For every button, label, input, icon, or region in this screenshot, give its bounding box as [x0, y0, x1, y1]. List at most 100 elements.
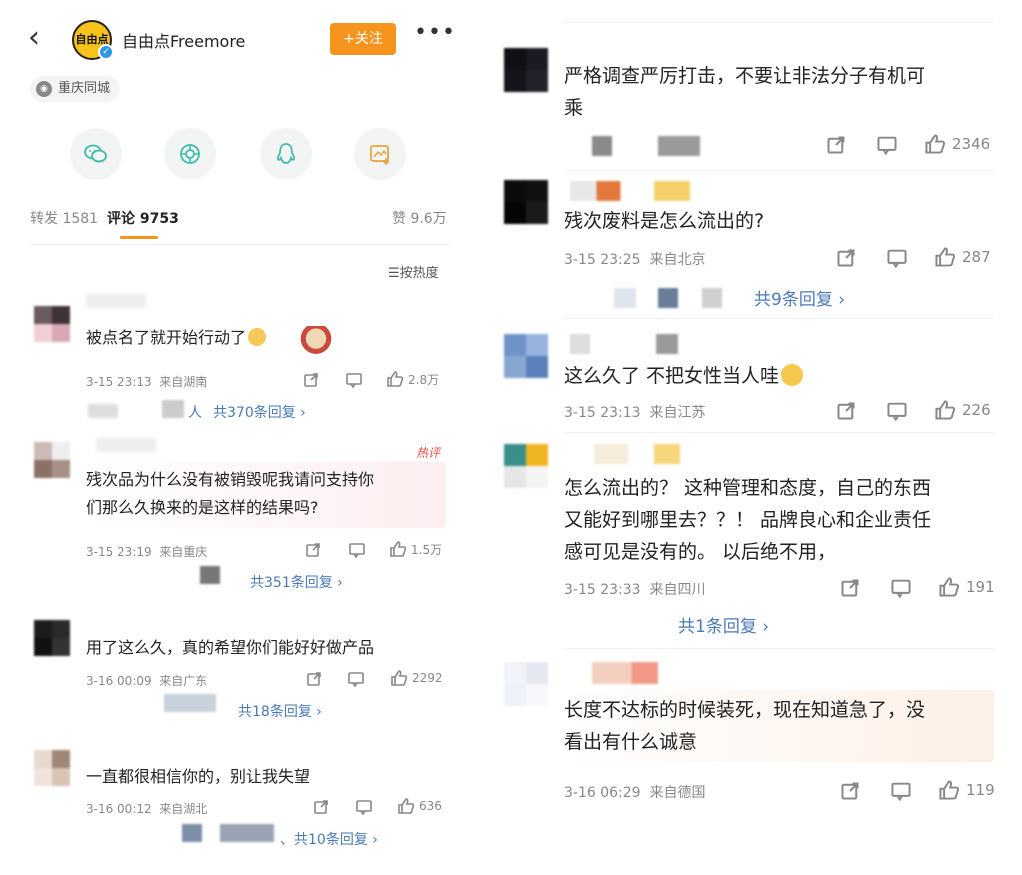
- share-icon[interactable]: [826, 135, 846, 155]
- like-button[interactable]: 636: [397, 797, 442, 815]
- like-button[interactable]: 1.5万: [389, 540, 442, 558]
- share-icon[interactable]: [303, 372, 319, 388]
- share-wechat-button[interactable]: [70, 128, 122, 180]
- comment-text: 乘: [564, 97, 584, 119]
- like-button[interactable]: 2292: [390, 669, 443, 687]
- tab-likes[interactable]: 赞 9.6万: [392, 208, 447, 228]
- comment-icon[interactable]: [890, 578, 912, 598]
- comment-text: 被点名了就开始行动了: [86, 324, 267, 352]
- like-icon: [391, 670, 408, 686]
- share-qq-button[interactable]: [260, 128, 312, 180]
- follow-button[interactable]: +关注: [330, 23, 396, 55]
- reply-avatar-redacted: [614, 288, 636, 308]
- view-replies-link[interactable]: 共1条回复 ›: [678, 612, 769, 637]
- share-icon[interactable]: [306, 671, 322, 687]
- reply-avatar-redacted: [220, 824, 274, 842]
- commenter-avatar[interactable]: [34, 442, 70, 478]
- reply-prefix: 人: [188, 405, 202, 421]
- commenter-avatar[interactable]: [34, 750, 70, 786]
- comment-time: 3-15 23:25 来自北京: [564, 252, 706, 268]
- crying-emoji-icon: [781, 364, 804, 386]
- more-icon[interactable]: •••: [414, 20, 455, 50]
- save-image-icon: [370, 145, 390, 166]
- comment-text: 残次品为什么没有被销毁呢我请问支持你: [86, 470, 375, 489]
- comment-time: 3-15 23:13 来自湖南: [86, 375, 208, 389]
- like-icon: [390, 541, 407, 557]
- comment-icon[interactable]: [345, 372, 363, 388]
- commenter-avatar[interactable]: [504, 662, 548, 706]
- share-icon[interactable]: [836, 248, 856, 268]
- divider: [564, 432, 994, 433]
- like-button[interactable]: 2.8万: [386, 370, 439, 388]
- commenter-avatar[interactable]: [34, 306, 70, 342]
- hot-comment-badge: 热评: [416, 446, 441, 460]
- view-replies-link[interactable]: 共370条回复 ›: [213, 402, 306, 422]
- divider: [564, 318, 994, 319]
- view-replies-link[interactable]: 共10条回复 ›: [294, 829, 378, 849]
- like-button[interactable]: 119: [938, 779, 995, 801]
- like-icon: [387, 371, 404, 387]
- like-button[interactable]: 2346: [924, 133, 990, 155]
- back-icon[interactable]: ‹: [28, 22, 50, 54]
- comment-icon[interactable]: [348, 542, 366, 558]
- comment-time: 3-15 23:19 来自重庆: [86, 545, 208, 559]
- tab-active-indicator: [120, 236, 158, 239]
- divider: [564, 648, 994, 649]
- comment-text: 怎么流出的？ 这种管理和态度，自己的东西: [564, 477, 932, 499]
- comment-time: 3-16 00:09 来自广东: [86, 674, 208, 688]
- like-button[interactable]: 191: [938, 576, 995, 598]
- share-icon[interactable]: [313, 799, 329, 815]
- commenter-avatar[interactable]: [34, 620, 70, 656]
- commenter-avatar[interactable]: [504, 444, 548, 488]
- share-icon[interactable]: [305, 542, 321, 558]
- commenter-avatar[interactable]: [504, 48, 548, 92]
- reply-names-redacted: [88, 404, 118, 418]
- comment-icon[interactable]: [355, 799, 373, 815]
- divider: [30, 244, 450, 245]
- comment-text: 用了这么久，真的希望你们能好好做产品: [86, 638, 375, 657]
- share-moments-button[interactable]: [164, 128, 216, 180]
- share-icon[interactable]: [840, 578, 860, 598]
- save-image-button[interactable]: [354, 128, 406, 180]
- moments-icon: [180, 144, 200, 164]
- comment-text: 这么久了 不把女性当人哇: [564, 360, 804, 392]
- location-tag[interactable]: ◉ 重庆同城: [30, 76, 121, 102]
- comment-text: 又能好到哪里去？？！ 品牌良心和企业责任: [564, 509, 932, 531]
- comment-time: 3-15 23:33 来自四川: [564, 582, 706, 598]
- reply-avatar-redacted: [702, 288, 722, 308]
- comment-icon[interactable]: [890, 781, 912, 801]
- reply-avatar-redacted: [182, 824, 202, 842]
- comment-icon[interactable]: [876, 135, 898, 155]
- verified-badge-icon: ✓: [98, 44, 114, 60]
- tab-repost[interactable]: 转发 1581: [30, 208, 98, 228]
- reply-avatar-redacted: [592, 136, 612, 156]
- view-replies-link[interactable]: 共351条回复 ›: [250, 572, 343, 592]
- commenter-avatar[interactable]: [504, 180, 548, 224]
- comment-icon[interactable]: [886, 248, 908, 268]
- like-button[interactable]: 287: [934, 246, 991, 268]
- like-button[interactable]: 226: [934, 399, 991, 421]
- left-screenshot: ‹ 自由点 ✓ 自由点Freemore +关注 ••• ◉ 重庆同城 转发 15…: [0, 0, 470, 875]
- sticker-icon: [292, 326, 332, 362]
- reply-avatar-redacted: [200, 566, 220, 584]
- view-replies-link[interactable]: 共9条回复 ›: [754, 285, 845, 310]
- comment-text: 严格调查严厉打击，不要让非法分子有机可: [564, 65, 926, 87]
- commenter-name-redacted: [594, 444, 680, 464]
- sort-by-hot-button[interactable]: ☰按热度: [388, 262, 439, 281]
- divider: [564, 170, 994, 171]
- comment-icon[interactable]: [886, 401, 908, 421]
- tab-comments[interactable]: 评论 9753: [107, 208, 179, 228]
- like-icon: [935, 400, 956, 420]
- account-name[interactable]: 自由点Freemore: [122, 28, 245, 52]
- view-replies-link[interactable]: 共18条回复 ›: [238, 701, 322, 721]
- commenter-avatar[interactable]: [504, 334, 548, 378]
- comment-icon[interactable]: [347, 671, 365, 687]
- like-icon: [398, 798, 415, 814]
- share-icon[interactable]: [836, 401, 856, 421]
- location-pin-icon: ◉: [36, 81, 52, 97]
- reply-avatar-redacted: [164, 694, 216, 712]
- right-screenshot: 严格调查严厉打击，不要让非法分子有机可 乘 2346 残次废料是怎么流出的? 3…: [490, 0, 1022, 875]
- comment-text: 感可见是没有的。 以后绝不用，: [564, 541, 837, 563]
- share-icon[interactable]: [840, 781, 860, 801]
- reply-avatar-redacted: [658, 288, 678, 308]
